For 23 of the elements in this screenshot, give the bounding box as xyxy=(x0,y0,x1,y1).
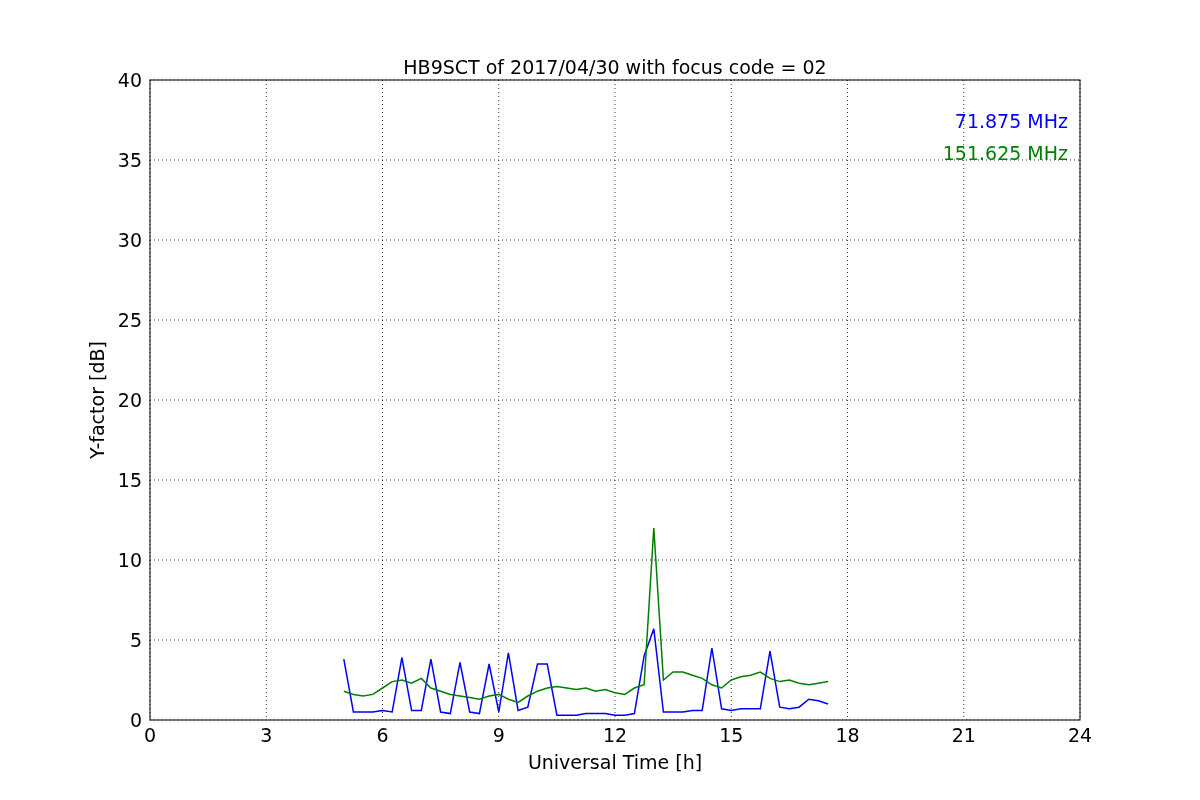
y-tick-label: 5 xyxy=(129,629,142,651)
x-tick-label: 12 xyxy=(602,724,628,746)
x-tick-label: 21 xyxy=(951,724,976,746)
x-tick-label: 6 xyxy=(376,724,389,746)
y-tick-label: 25 xyxy=(117,309,142,331)
x-tick-label: 9 xyxy=(492,724,505,746)
x-tick-label: 0 xyxy=(143,724,157,746)
x-tick-label: 3 xyxy=(260,724,273,746)
y-tick-label: 0 xyxy=(129,709,142,731)
x-tick-label: 24 xyxy=(1067,724,1093,746)
chart-title: HB9SCT of 2017/04/30 with focus code = 02 xyxy=(403,56,827,78)
legend-label: 151.625 MHz xyxy=(942,142,1068,164)
x-axis-label: Universal Time [h] xyxy=(527,751,703,773)
x-tick-label: 18 xyxy=(835,724,860,746)
y-tick-label: 35 xyxy=(117,149,142,171)
y-tick-label: 40 xyxy=(117,69,142,91)
y-tick-label: 15 xyxy=(117,469,142,491)
y-axis-label: Y-factor [dB] xyxy=(86,341,108,459)
x-tick-label: 15 xyxy=(719,724,744,746)
y-tick-label: 30 xyxy=(117,229,142,251)
legend-label: 71.875 MHz xyxy=(954,110,1068,132)
y-tick-label: 10 xyxy=(117,549,142,571)
y-tick-label: 20 xyxy=(117,389,142,411)
